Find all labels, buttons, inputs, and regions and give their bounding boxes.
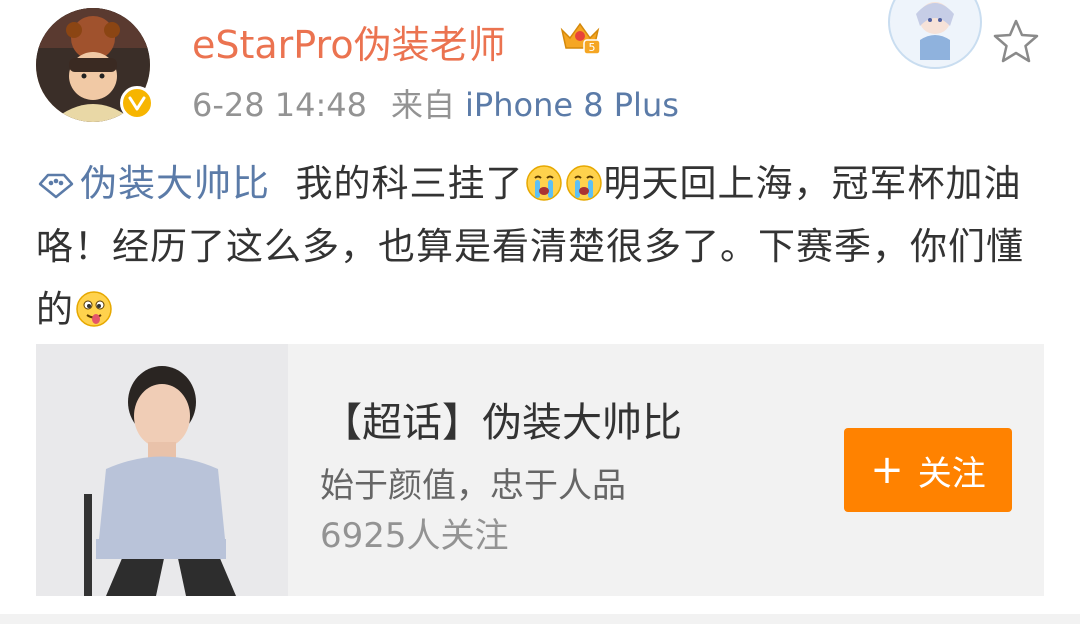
post-content: 伪装大帅比 我的科三挂了 明天回上海，冠军杯加油咯！经历了这么多，也算是看清楚很多… — [36, 152, 1046, 341]
topic-link-label: 伪装大帅比 — [80, 162, 270, 205]
topic-cover-image — [36, 344, 288, 596]
follower-count: 6925人关注 — [320, 516, 509, 556]
post-text-1: 我的科三挂了 — [295, 162, 524, 205]
post-timestamp: 6-28 14:48 — [192, 86, 368, 124]
crying-emoji-icon — [525, 158, 563, 201]
post-meta: 6-28 14:48 来自 iPhone 8 Plus — [192, 80, 679, 126]
weibo-post: eStarPro伪装老师 5 6-28 14:48 来自 iPhone 8 Plus… — [0, 0, 1080, 624]
crying-emoji-icon — [565, 158, 603, 201]
svg-text:5: 5 — [589, 41, 596, 54]
card-title: 【超话】伪装大帅比 — [322, 400, 682, 446]
user-avatar[interactable] — [36, 8, 154, 122]
topic-link[interactable]: 伪装大帅比 — [36, 162, 270, 205]
super-topic-card[interactable]: 【超话】伪装大帅比 始于颜值，忠于人品 6925人关注 + 关注 — [36, 344, 1044, 596]
tongue-emoji-icon — [75, 284, 113, 327]
plus-icon: + — [870, 447, 904, 493]
device-link[interactable]: iPhone 8 Plus — [465, 86, 679, 124]
star-icon[interactable] — [990, 16, 1042, 68]
card-description: 始于颜值，忠于人品 — [320, 466, 626, 506]
decoration-avatar-icon[interactable] — [886, 0, 984, 72]
source-prefix: 来自 — [391, 86, 456, 124]
follow-label: 关注 — [917, 453, 986, 494]
follow-button[interactable]: + 关注 — [844, 428, 1012, 512]
super-topic-icon — [36, 162, 80, 205]
username-link[interactable]: eStarPro伪装老师 — [192, 14, 506, 69]
section-divider — [0, 614, 1080, 624]
verified-badge-icon — [120, 86, 154, 120]
vip-crown-icon[interactable]: 5 — [558, 16, 602, 56]
